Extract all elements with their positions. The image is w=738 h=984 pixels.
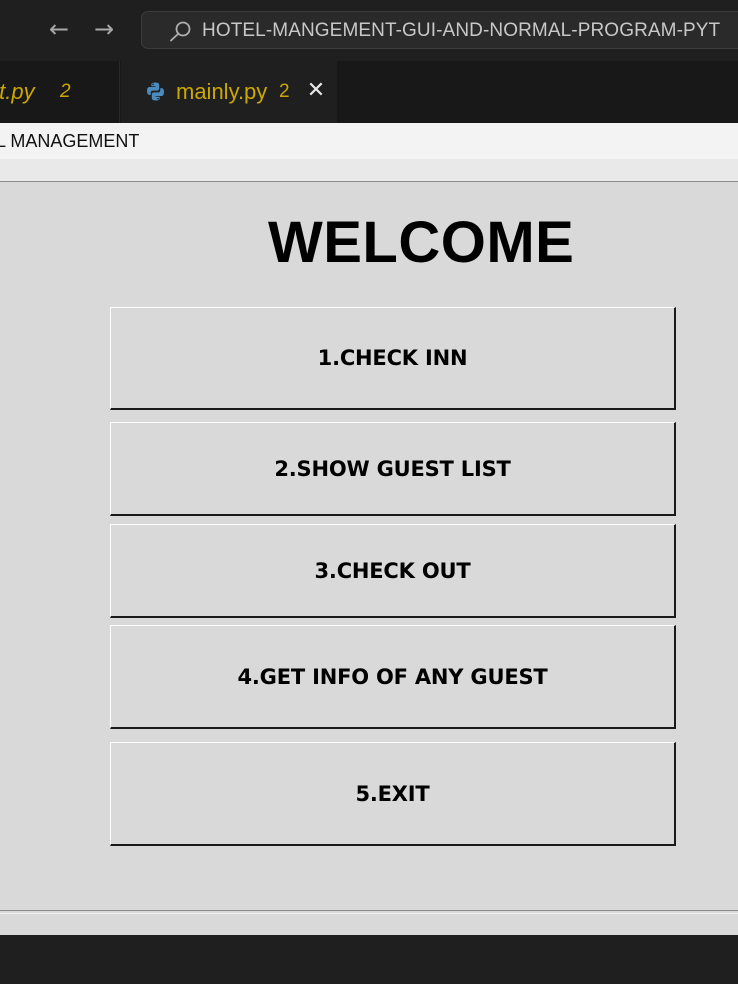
arrow-left-icon[interactable]: ← <box>44 14 74 44</box>
tab-label: ipt.py <box>0 79 35 104</box>
search-query: HOTEL-MANGEMENT-GUI-AND-NORMAL-PROGRAM-P… <box>202 20 721 41</box>
button-label: 3.CHECK OUT <box>314 558 471 583</box>
check-inn-button[interactable]: 1.CHECK INN <box>110 307 676 410</box>
welcome-heading: WELCOME <box>268 210 575 275</box>
tab-problem-count: 2 <box>279 81 290 102</box>
divider <box>0 913 738 914</box>
tab-ipt-py[interactable]: ipt.py 2 <box>0 61 120 123</box>
tab-label: mainly.py <box>176 79 268 104</box>
check-out-button[interactable]: 3.CHECK OUT <box>110 524 676 618</box>
show-guest-list-button[interactable]: 2.SHOW GUEST LIST <box>110 422 676 516</box>
command-center-search[interactable]: HOTEL-MANGEMENT-GUI-AND-NORMAL-PROGRAM-P… <box>141 11 738 49</box>
button-label: 2.SHOW GUEST LIST <box>274 456 511 481</box>
tab-problem-count: 2 <box>60 81 71 102</box>
app-window-title: EL MANAGEMENT <box>0 131 140 151</box>
editor-titlebar: ← → HOTEL-MANGEMENT-GUI-AND-NORMAL-PROGR… <box>0 0 738 61</box>
close-icon[interactable]: ✕ <box>303 78 329 104</box>
exit-button[interactable]: 5.EXIT <box>110 742 676 846</box>
editor-panel-background <box>0 935 738 984</box>
app-window-titlebar: EL MANAGEMENT <box>0 123 738 159</box>
button-label: 1.CHECK INN <box>317 346 468 370</box>
editor-tabbar: ipt.py 2 mainly.py 2 ✕ <box>0 61 738 123</box>
button-label: 4.GET INFO OF ANY GUEST <box>237 664 548 689</box>
app-window-bottom-edge <box>0 910 738 935</box>
tab-mainly-py[interactable]: mainly.py 2 ✕ <box>121 61 337 123</box>
python-icon <box>147 82 164 101</box>
get-guest-info-button[interactable]: 4.GET INFO OF ANY GUEST <box>110 625 676 729</box>
search-icon <box>170 21 191 42</box>
arrow-right-icon[interactable]: → <box>89 14 119 44</box>
button-label: 5.EXIT <box>355 781 430 806</box>
app-window-menubar <box>0 159 738 181</box>
